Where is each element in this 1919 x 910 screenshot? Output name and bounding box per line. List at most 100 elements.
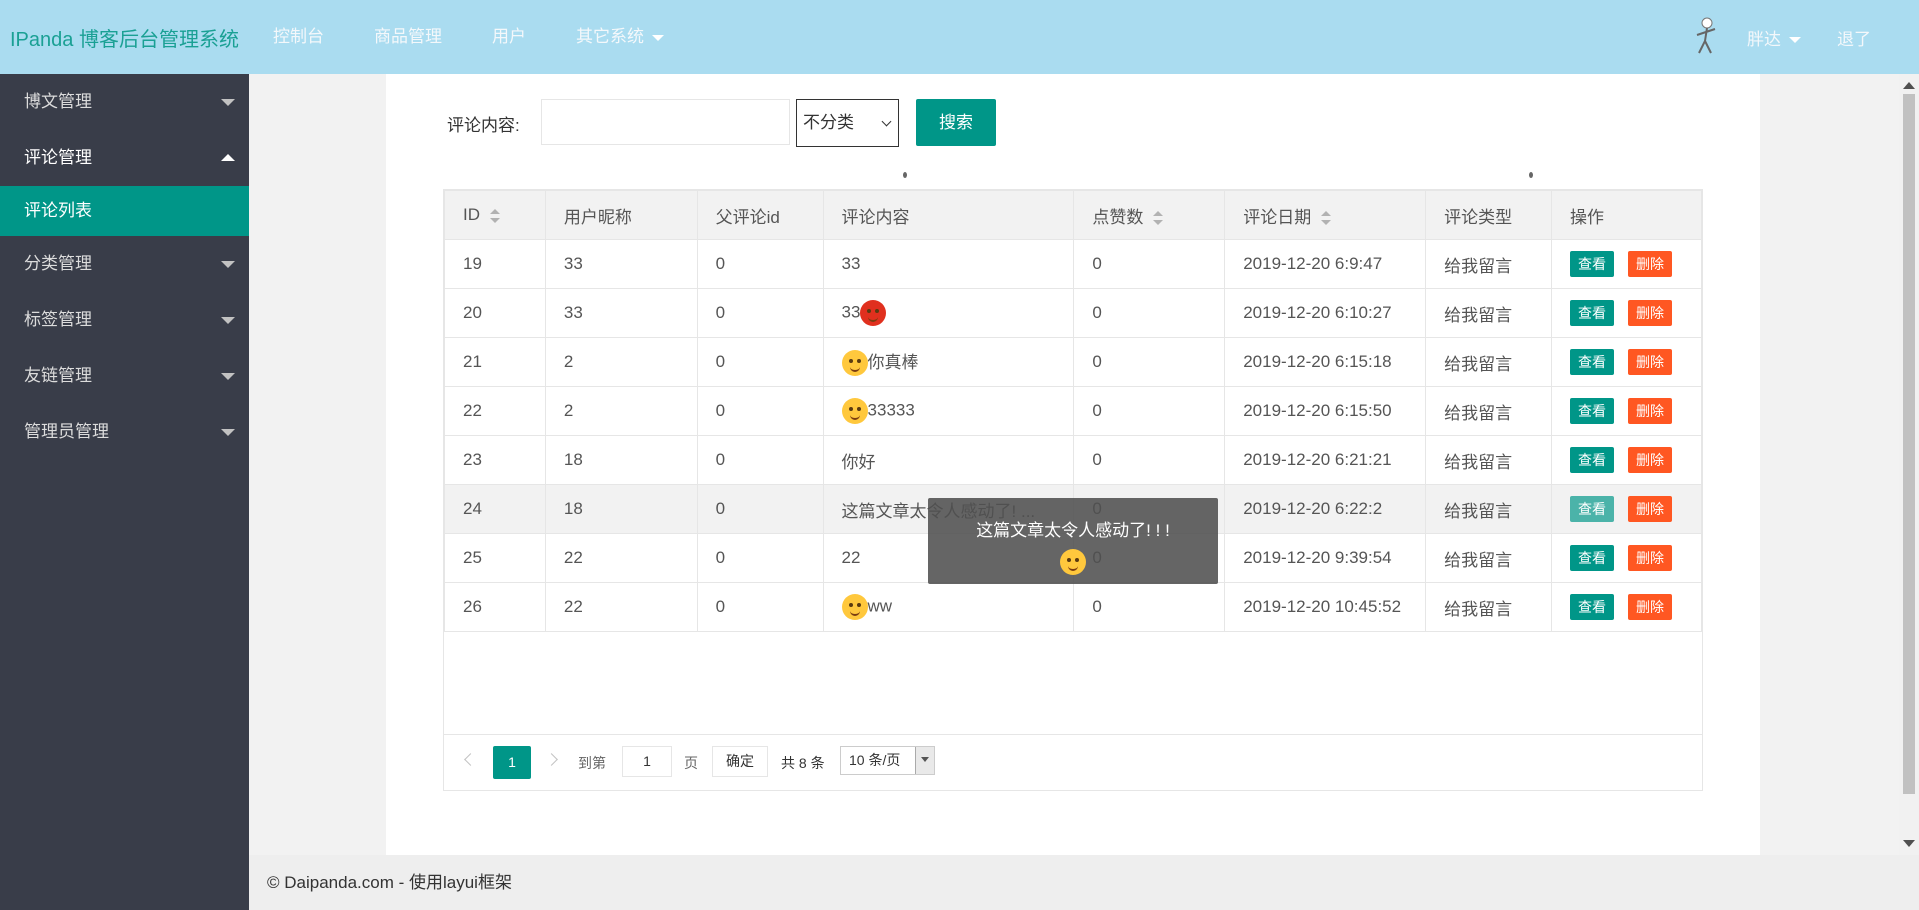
delete-button[interactable]: 删除	[1628, 447, 1673, 473]
cell-nickname: 33	[544, 288, 698, 338]
col-header-date[interactable]: 评论日期	[1224, 190, 1427, 240]
tooltip-text: 这篇文章太令人感动了! ! !	[976, 521, 1170, 540]
page-current[interactable]: 1	[493, 746, 531, 779]
comment-text: 33	[841, 254, 861, 273]
sidebar-item-comments[interactable]: 评论管理	[0, 130, 249, 186]
delete-button[interactable]: 删除	[1628, 496, 1673, 522]
nav-products[interactable]: 商品管理	[349, 0, 467, 74]
search-button[interactable]: 搜索	[916, 99, 996, 146]
cell-actions: 查看 删除	[1551, 288, 1702, 338]
cell-date: 2019-12-20 10:45:52	[1224, 582, 1427, 632]
view-button[interactable]: 查看	[1570, 398, 1615, 424]
cell-date: 2019-12-20 9:39:54	[1224, 533, 1427, 583]
view-button[interactable]: 查看	[1570, 349, 1615, 375]
col-header-id[interactable]: ID	[444, 190, 546, 240]
sidebar-item-label: 友链管理	[24, 366, 92, 385]
cell-id: 23	[444, 435, 546, 485]
sidebar-subitem-comment-list[interactable]: 评论列表	[0, 186, 249, 236]
cell-parent-id: 0	[696, 337, 824, 387]
view-button[interactable]: 查看	[1570, 594, 1615, 620]
cell-nickname: 18	[544, 484, 698, 534]
chevron-down-icon	[881, 116, 892, 127]
category-select-value: 不分类	[803, 113, 854, 132]
search-input[interactable]	[541, 99, 790, 145]
view-button[interactable]: 查看	[1570, 251, 1615, 277]
col-header-likes[interactable]: 点赞数	[1073, 190, 1226, 240]
sidebar-item-posts[interactable]: 博文管理	[0, 74, 249, 130]
user-area: 胖达 退了	[1689, 0, 1889, 74]
sidebar-item-admins[interactable]: 管理员管理	[0, 404, 249, 460]
nav-console[interactable]: 控制台	[248, 0, 349, 74]
page-size-value: 10 条/页	[849, 752, 901, 768]
table-row[interactable]: 23 18 0 你好 0 2019-12-20 6:21:21 给我留言 查看 删除	[444, 435, 1702, 485]
cell-type: 给我留言	[1425, 533, 1553, 583]
page-size-select[interactable]: 10 条/页	[840, 746, 935, 775]
table-row[interactable]: 26 22 0 ww 0 2019-12-20 10:45:52 给我留言 查看 删除	[444, 582, 1702, 632]
category-select[interactable]: 不分类	[796, 99, 899, 147]
cell-type: 给我留言	[1425, 337, 1553, 387]
delete-button[interactable]: 删除	[1628, 398, 1673, 424]
user-menu[interactable]: 胖达	[1729, 25, 1819, 50]
scroll-thumb[interactable]	[1903, 94, 1915, 794]
sort-icon[interactable]	[1153, 211, 1164, 226]
cell-actions: 查看 删除	[1551, 337, 1702, 387]
decoration-dot	[1529, 172, 1533, 178]
sidebar-item-tags[interactable]: 标签管理	[0, 292, 249, 348]
table-row[interactable]: 20 33 0 33 0 2019-12-20 6:10:27 给我留言 查看 删除	[444, 288, 1702, 338]
cell-actions: 查看 删除	[1551, 582, 1702, 632]
comment-text: 你好	[841, 452, 876, 472]
cell-parent-id: 0	[696, 582, 824, 632]
sort-icon[interactable]	[490, 208, 500, 223]
comments-table: ID 用户昵称 父评论id 评论内容 点赞数 评论日期 评论类型 操作 19 33…	[443, 189, 1703, 791]
col-header-type: 评论类型	[1425, 190, 1553, 240]
cell-nickname: 33	[544, 239, 698, 289]
cell-content: 33	[822, 288, 1075, 338]
cell-id: 20	[444, 288, 546, 338]
cell-nickname: 2	[544, 386, 698, 436]
table-row[interactable]: 21 2 0 你真棒 0 2019-12-20 6:15:18 给我留言 查看 删除	[444, 337, 1702, 387]
avatar[interactable]	[1689, 15, 1723, 59]
goto-confirm-button[interactable]: 确定	[712, 746, 768, 777]
cell-type: 给我留言	[1425, 435, 1553, 485]
col-header-actions: 操作	[1551, 190, 1702, 240]
cell-parent-id: 0	[696, 533, 824, 583]
logout-link[interactable]: 退了	[1819, 25, 1889, 50]
chevron-down-icon	[221, 429, 235, 436]
chevron-left-icon[interactable]	[464, 753, 477, 766]
delete-button[interactable]: 删除	[1628, 349, 1673, 375]
delete-button[interactable]: 删除	[1628, 251, 1673, 277]
goto-page-input[interactable]: 1	[622, 746, 672, 777]
cell-likes: 0	[1073, 288, 1226, 338]
sort-icon[interactable]	[1321, 211, 1332, 226]
cell-parent-id: 0	[696, 435, 824, 485]
nav-other-systems[interactable]: 其它系统	[551, 0, 689, 74]
cell-id: 22	[444, 386, 546, 436]
delete-button[interactable]: 删除	[1628, 594, 1673, 620]
scroll-down-icon[interactable]	[1903, 840, 1915, 847]
cell-likes: 0	[1073, 435, 1226, 485]
view-button[interactable]: 查看	[1570, 300, 1615, 326]
cell-likes: 0	[1073, 386, 1226, 436]
delete-button[interactable]: 删除	[1628, 545, 1673, 571]
sidebar-item-categories[interactable]: 分类管理	[0, 236, 249, 292]
cell-date: 2019-12-20 6:15:50	[1224, 386, 1427, 436]
vertical-scrollbar[interactable]	[1899, 74, 1919, 855]
cell-actions: 查看 删除	[1551, 386, 1702, 436]
chevron-right-icon[interactable]	[545, 753, 558, 766]
view-button[interactable]: 查看	[1570, 496, 1615, 522]
cell-nickname: 22	[544, 533, 698, 583]
cell-type: 给我留言	[1425, 582, 1553, 632]
cell-parent-id: 0	[696, 386, 824, 436]
table-row[interactable]: 22 2 0 33333 0 2019-12-20 6:15:50 给我留言 查看 删除	[444, 386, 1702, 436]
delete-button[interactable]: 删除	[1628, 300, 1673, 326]
scroll-up-icon[interactable]	[1903, 82, 1915, 89]
col-header-content: 评论内容	[822, 190, 1075, 240]
app-logo[interactable]: IPanda 博客后台管理系统	[0, 23, 248, 52]
view-button[interactable]: 查看	[1570, 545, 1615, 571]
chevron-down-icon	[221, 373, 235, 380]
content-tooltip: 这篇文章太令人感动了! ! !	[928, 498, 1218, 584]
nav-users[interactable]: 用户	[467, 0, 551, 74]
view-button[interactable]: 查看	[1570, 447, 1615, 473]
table-row[interactable]: 19 33 0 33 0 2019-12-20 6:9:47 给我留言 查看 删除	[444, 239, 1702, 289]
sidebar-item-links[interactable]: 友链管理	[0, 348, 249, 404]
